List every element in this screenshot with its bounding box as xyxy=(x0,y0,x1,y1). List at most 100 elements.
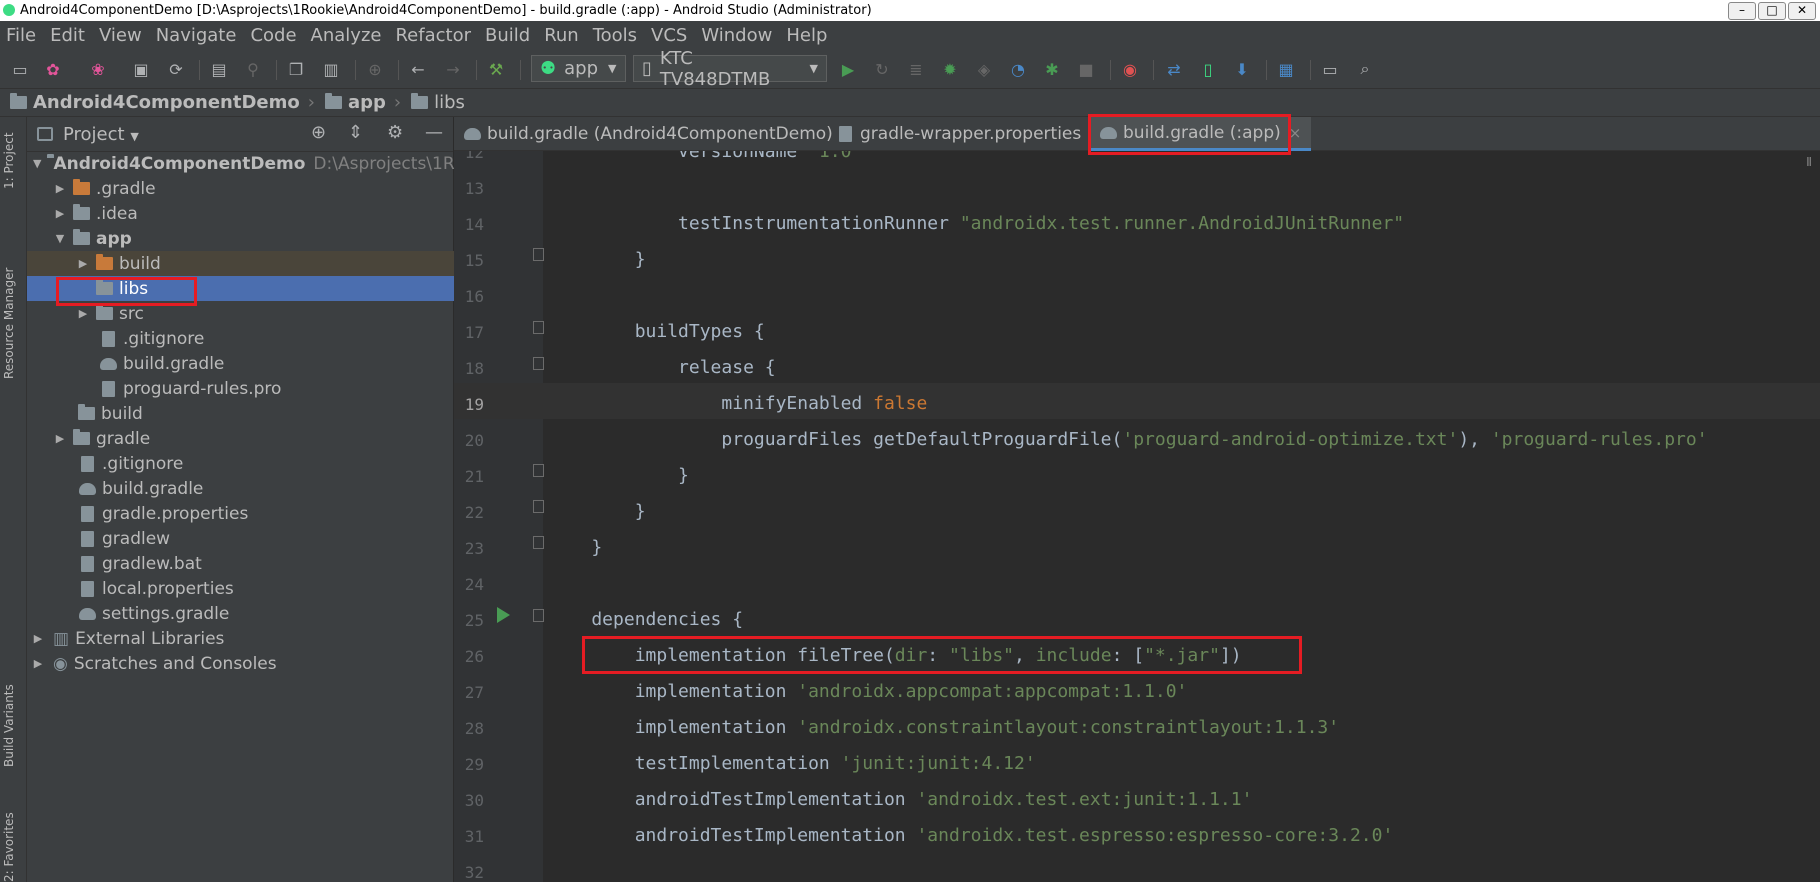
project-view-dropdown[interactable]: Project ▼ xyxy=(63,124,139,145)
profile-icon[interactable]: ◔ xyxy=(1008,59,1028,79)
forward-icon[interactable]: → xyxy=(443,59,463,79)
stop-icon[interactable]: ■ xyxy=(1076,59,1096,79)
tool-tab-project[interactable]: 1: Project xyxy=(2,132,16,189)
line-number: 25 xyxy=(464,611,484,630)
tree-item-gradle-properties[interactable]: gradle.properties xyxy=(27,501,507,526)
apply-code-changes-icon[interactable]: ≣ xyxy=(906,59,926,79)
run-config-value: app xyxy=(564,58,599,79)
fold-marker[interactable] xyxy=(533,464,544,477)
project-view-icon[interactable]: ▦ xyxy=(1276,59,1296,79)
tree-item-app-gitignore[interactable]: .gitignore xyxy=(27,326,528,351)
tab-build-gradle-app[interactable]: build.gradle (:app) × xyxy=(1090,117,1312,151)
tree-item-gradlew[interactable]: gradlew xyxy=(27,526,507,551)
run-icon[interactable]: ▶ xyxy=(838,59,858,79)
chevron-down-icon: ▼ xyxy=(809,62,818,75)
tree-item-build-gradle[interactable]: build.gradle xyxy=(27,476,505,501)
breadcrumb-item-libs[interactable]: libs xyxy=(411,92,465,113)
find-icon[interactable]: ⊕ xyxy=(365,59,385,79)
tree-item-gradlew-bat[interactable]: gradlew.bat xyxy=(27,551,507,576)
menu-help[interactable]: Help xyxy=(779,25,834,46)
tree-item-idea[interactable]: ▶ .idea xyxy=(27,201,479,226)
locate-icon[interactable]: ⊕ xyxy=(311,122,326,143)
coverage-icon[interactable]: ◈ xyxy=(974,59,994,79)
tab-gradle-wrapper-properties[interactable]: gradle-wrapper.properties× xyxy=(839,117,1102,151)
menu-file[interactable]: File xyxy=(0,25,43,46)
tree-item-external-libraries[interactable]: ▶ ▥ External Libraries xyxy=(27,626,457,651)
menu-view[interactable]: View xyxy=(92,25,149,46)
collapse-all-icon[interactable]: ⇕ xyxy=(348,122,363,143)
menu-build[interactable]: Build xyxy=(478,25,537,46)
cut-icon[interactable]: ▤ xyxy=(209,59,229,79)
avd-manager-icon[interactable]: ▯ xyxy=(1198,59,1218,79)
tab-build-gradle-project[interactable]: build.gradle (Android4ComponentDemo)× xyxy=(464,117,853,151)
window-title: Android4ComponentDemo [D:\Asprojects\1Ro… xyxy=(20,3,872,18)
tree-item-app[interactable]: ▼ app xyxy=(27,226,479,251)
project-structure-icon[interactable]: ✿ xyxy=(43,59,63,79)
tree-item-gradle[interactable]: ▶ gradle xyxy=(27,426,479,451)
menu-navigate[interactable]: Navigate xyxy=(149,25,244,46)
fold-marker[interactable] xyxy=(533,609,544,622)
menu-code[interactable]: Code xyxy=(243,25,303,46)
sync-icon[interactable]: ⟳ xyxy=(166,59,186,79)
tree-item-gitignore[interactable]: .gitignore xyxy=(27,451,507,476)
fold-marker[interactable] xyxy=(533,357,544,370)
plugin-icon[interactable]: ❀ xyxy=(88,59,108,79)
menu-run[interactable]: Run xyxy=(537,25,586,46)
record-icon[interactable]: ◉ xyxy=(1120,59,1140,79)
fold-marker[interactable] xyxy=(533,321,544,334)
menu-tools[interactable]: Tools xyxy=(586,25,644,46)
tree-item-src[interactable]: ▶ src xyxy=(27,301,502,326)
paste-icon[interactable]: ▥ xyxy=(321,59,341,79)
tree-item-app-build[interactable]: ▶ build xyxy=(27,251,502,276)
tool-tab-favorites[interactable]: 2: Favorites xyxy=(2,812,16,882)
tree-item-build[interactable]: build xyxy=(27,401,504,426)
sdk-manager-icon[interactable]: ⬇ xyxy=(1232,59,1252,79)
tree-item-app-build-gradle[interactable]: build.gradle xyxy=(27,351,526,376)
apply-changes-icon[interactable]: ↻ xyxy=(872,59,892,79)
maximize-button[interactable]: □ xyxy=(1758,2,1786,20)
fold-marker[interactable] xyxy=(533,500,544,513)
terminal-icon[interactable]: ▭ xyxy=(1320,59,1340,79)
tree-item-root[interactable]: ▼ Android4ComponentDemo D:\Asprojects\1Roo… xyxy=(27,151,500,176)
tree-item-gradle-dir[interactable]: ▶ .gradle xyxy=(27,176,479,201)
project-view-icon xyxy=(37,127,53,141)
tool-tab-build-variants[interactable]: Build Variants xyxy=(2,684,16,767)
save-all-icon[interactable]: ▣ xyxy=(131,59,151,79)
menu-analyze[interactable]: Analyze xyxy=(304,25,389,46)
tree-item-libs[interactable]: libs xyxy=(27,276,522,301)
menu-window[interactable]: Window xyxy=(694,25,779,46)
device-dropdown[interactable]: ▯ KTC TV848DTMB ▼ xyxy=(633,48,827,90)
open-folder-icon[interactable]: ▭ xyxy=(10,59,30,79)
editor-status-marker-icon[interactable]: Ⅱ xyxy=(1806,155,1812,169)
code-editor[interactable]: 12 13 14 15 16 17 18 19 20 21 22 23 24 2… xyxy=(454,151,1820,882)
copy-icon[interactable]: ❐ xyxy=(286,59,306,79)
gear-icon[interactable]: ⚙ xyxy=(387,122,403,143)
menu-vcs[interactable]: VCS xyxy=(644,25,694,46)
fold-marker[interactable] xyxy=(533,536,544,549)
fold-marker[interactable] xyxy=(533,248,544,261)
run-config-dropdown[interactable]: ⚉ app ▼ xyxy=(531,55,626,82)
tree-item-local-properties[interactable]: local.properties xyxy=(27,576,507,601)
hide-panel-icon[interactable]: — xyxy=(425,122,443,143)
tree-item-scratches[interactable]: ▶ ◉ Scratches and Consoles xyxy=(27,651,457,676)
sync-gradle-icon[interactable]: ⇄ xyxy=(1164,59,1184,79)
back-icon[interactable]: ← xyxy=(408,59,428,79)
menu-refactor[interactable]: Refactor xyxy=(388,25,478,46)
tree-item-settings-gradle[interactable]: settings.gradle xyxy=(27,601,505,626)
close-icon[interactable]: × xyxy=(1289,124,1302,142)
breadcrumb-item-app[interactable]: app › xyxy=(324,92,401,113)
code-line: implementation 'androidx.appcompat:appco… xyxy=(548,681,1188,702)
tool-tab-resource-manager[interactable]: Resource Manager xyxy=(2,268,16,379)
search-icon[interactable]: ⌕ xyxy=(1355,59,1375,79)
debug-icon[interactable]: ✹ xyxy=(940,59,960,79)
breadcrumb-item-project[interactable]: Android4ComponentDemo › xyxy=(10,92,315,113)
minimize-button[interactable]: – xyxy=(1728,2,1756,20)
menu-edit[interactable]: Edit xyxy=(43,25,92,46)
run-gutter-icon[interactable] xyxy=(497,607,510,623)
tree-item-proguard[interactable]: proguard-rules.pro xyxy=(27,376,528,401)
close-window-button[interactable]: ✕ xyxy=(1788,2,1816,20)
line-number: 21 xyxy=(464,467,484,486)
attach-debugger-icon[interactable]: ✱ xyxy=(1042,59,1062,79)
replace-icon[interactable]: ⚲ xyxy=(243,59,263,79)
make-project-icon[interactable]: ⚒ xyxy=(486,59,506,79)
